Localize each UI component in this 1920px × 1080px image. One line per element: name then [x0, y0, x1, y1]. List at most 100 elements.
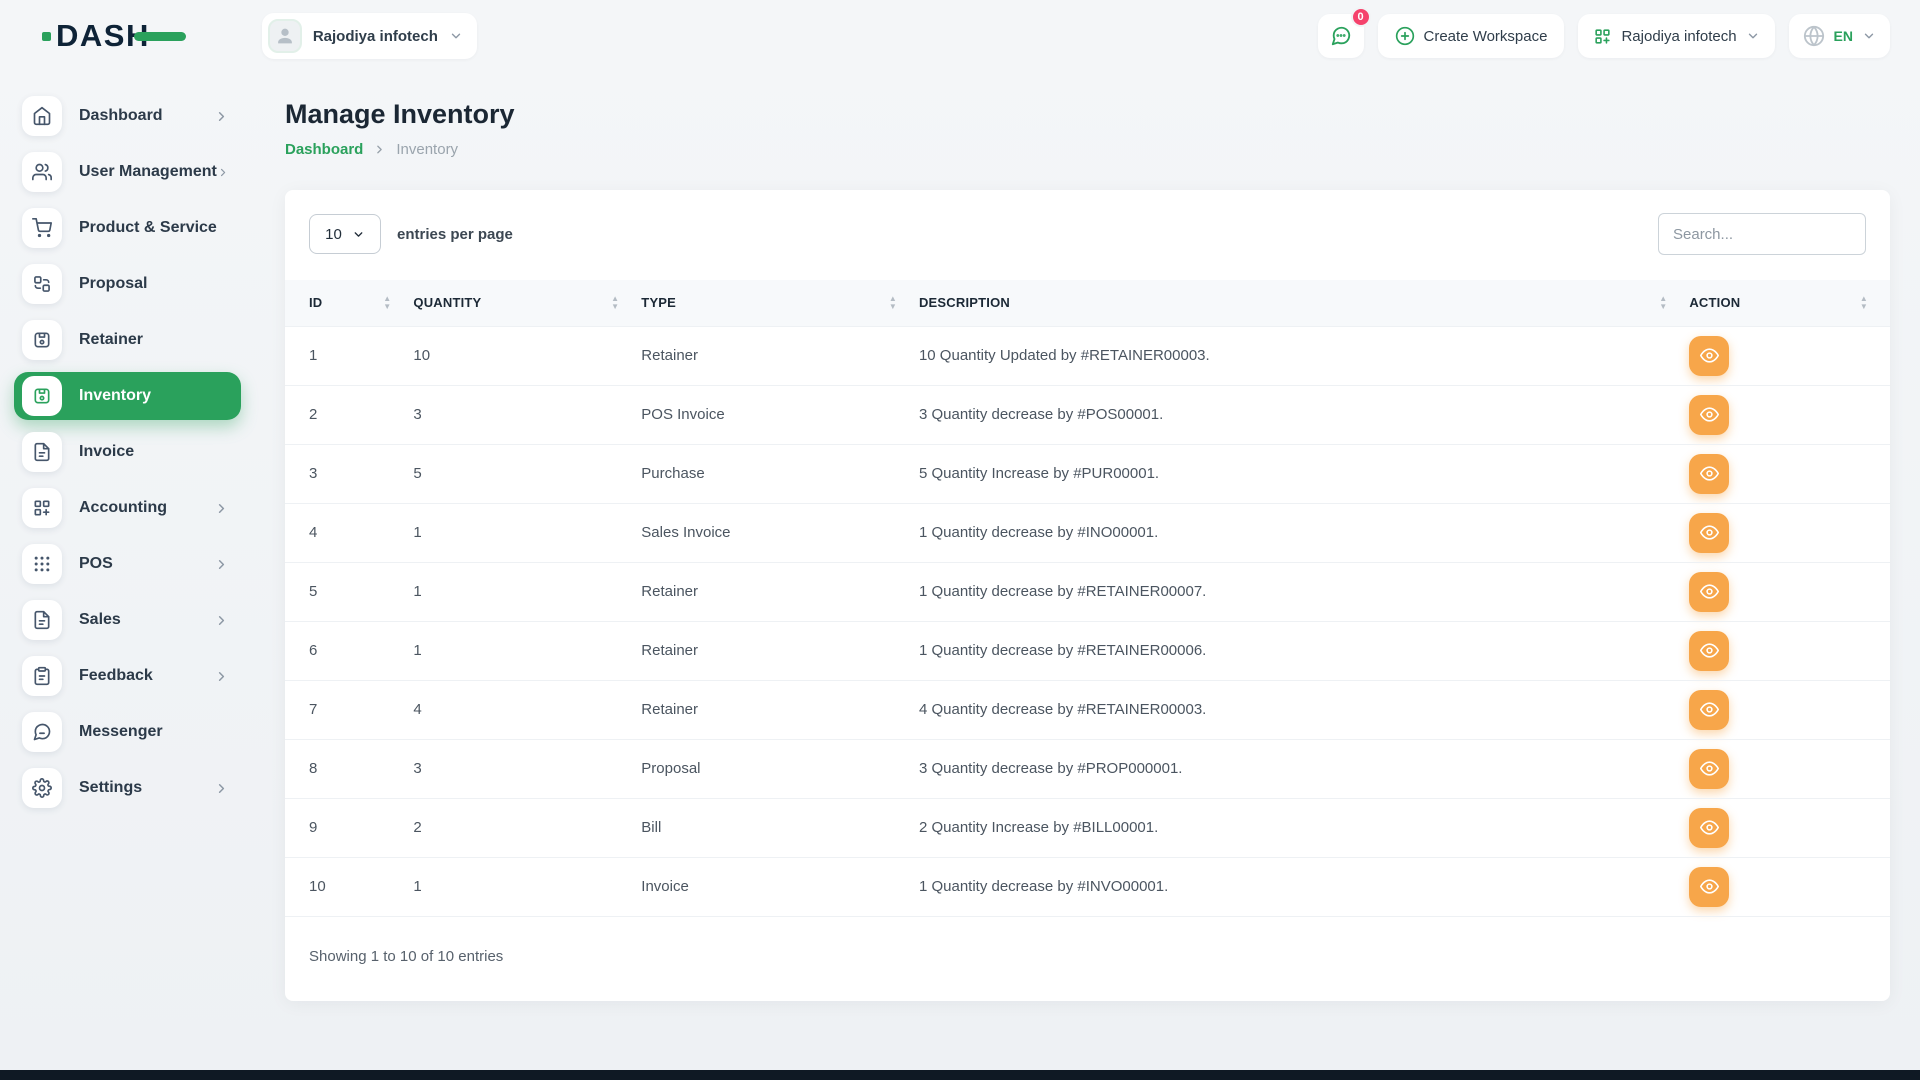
cell-id: 9 [285, 798, 413, 857]
proposal-icon [22, 264, 62, 304]
sidebar-item-label: Sales [79, 611, 121, 629]
chevron-right-icon [214, 109, 229, 124]
cell-type: Bill [641, 798, 919, 857]
column-header-action[interactable]: ACTION [1689, 295, 1740, 310]
app-logo[interactable]: DASH [42, 18, 186, 54]
chevron-down-icon [352, 228, 365, 241]
sidebar-item-label: Accounting [79, 499, 167, 517]
eye-icon [1700, 818, 1719, 837]
bottom-strip [0, 1070, 1920, 1080]
breadcrumb-current: Inventory [396, 141, 458, 158]
entries-per-page-value: 10 [325, 226, 342, 243]
view-button[interactable] [1689, 867, 1729, 907]
cell-description: 2 Quantity Increase by #BILL00001. [919, 798, 1689, 857]
view-button[interactable] [1689, 749, 1729, 789]
users-icon [22, 152, 62, 192]
view-button[interactable] [1689, 454, 1729, 494]
chevron-right-icon [214, 501, 229, 516]
chevron-right-icon [214, 781, 229, 796]
workspace-switcher[interactable]: Rajodiya infotech [1578, 14, 1774, 58]
entries-per-page-select[interactable]: 10 [309, 214, 381, 254]
eye-icon [1700, 641, 1719, 660]
eye-icon [1700, 464, 1719, 483]
sidebar-item-dashboard[interactable]: Dashboard [14, 92, 241, 140]
language-selector[interactable]: EN [1789, 14, 1890, 58]
sidebar-item-accounting[interactable]: Accounting [14, 484, 241, 532]
save-icon [22, 320, 62, 360]
sidebar-item-settings[interactable]: Settings [14, 764, 241, 812]
sidebar-item-label: User Management [79, 163, 217, 181]
table-controls: 10 entries per page [285, 190, 1890, 280]
sidebar-item-pos[interactable]: POS [14, 540, 241, 588]
sort-icon[interactable]: ▲▼ [1860, 295, 1868, 310]
column-header-id[interactable]: ID [309, 295, 322, 310]
sort-icon[interactable]: ▲▼ [611, 295, 619, 310]
cell-id: 3 [285, 444, 413, 503]
breadcrumb-dashboard-link[interactable]: Dashboard [285, 141, 363, 158]
table-row: 10 1 Invoice 1 Quantity decrease by #INV… [285, 857, 1890, 916]
cell-quantity: 1 [413, 562, 641, 621]
chevron-right-icon [217, 165, 229, 180]
cell-type: Purchase [641, 444, 919, 503]
sidebar-item-sales[interactable]: Sales [14, 596, 241, 644]
view-button[interactable] [1689, 513, 1729, 553]
cell-id: 4 [285, 503, 413, 562]
sidebar-item-proposal[interactable]: Proposal [14, 260, 241, 308]
sidebar-item-invoice[interactable]: Invoice [14, 428, 241, 476]
create-workspace-button[interactable]: Create Workspace [1378, 14, 1565, 58]
search-input[interactable] [1658, 213, 1866, 255]
cell-description: 1 Quantity decrease by #INVO00001. [919, 857, 1689, 916]
top-bar: DASH Rajodiya infotech 0 Create Workspac… [0, 0, 1920, 72]
chevron-down-icon [1746, 29, 1760, 43]
top-bar-actions: 0 Create Workspace Rajodiya infotech EN [1318, 14, 1890, 58]
cell-quantity: 10 [413, 326, 641, 385]
sidebar: Dashboard User Management Product & Serv… [0, 72, 255, 820]
entries-summary: Showing 1 to 10 of 10 entries [285, 917, 1890, 965]
user-icon [274, 25, 296, 47]
avatar [268, 19, 302, 53]
sort-icon[interactable]: ▲▼ [383, 295, 391, 310]
grid-plus-icon [22, 488, 62, 528]
chevron-right-icon [214, 613, 229, 628]
sort-icon[interactable]: ▲▼ [1659, 295, 1667, 310]
workspace-selector[interactable]: Rajodiya infotech [262, 13, 477, 59]
sidebar-item-label: POS [79, 555, 113, 573]
chat-bubble-icon [1330, 25, 1352, 47]
sidebar-item-feedback[interactable]: Feedback [14, 652, 241, 700]
chevron-right-icon [214, 669, 229, 684]
chevron-right-icon [214, 557, 229, 572]
sort-icon[interactable]: ▲▼ [889, 295, 897, 310]
chevron-down-icon [1862, 29, 1876, 43]
sidebar-item-user-management[interactable]: User Management [14, 148, 241, 196]
cell-type: Retainer [641, 326, 919, 385]
column-header-type[interactable]: TYPE [641, 295, 676, 310]
sidebar-item-inventory[interactable]: Inventory [14, 372, 241, 420]
sidebar-item-label: Proposal [79, 275, 147, 293]
page-title: Manage Inventory [285, 99, 1890, 130]
view-button[interactable] [1689, 631, 1729, 671]
view-button[interactable] [1689, 336, 1729, 376]
cell-id: 2 [285, 385, 413, 444]
eye-icon [1700, 582, 1719, 601]
sidebar-item-messenger[interactable]: Messenger [14, 708, 241, 756]
view-button[interactable] [1689, 808, 1729, 848]
breadcrumb: Dashboard Inventory [285, 141, 1890, 158]
sidebar-item-product-service[interactable]: Product & Service [14, 204, 241, 252]
cell-description: 1 Quantity decrease by #INO00001. [919, 503, 1689, 562]
view-button[interactable] [1689, 572, 1729, 612]
messages-button[interactable]: 0 [1318, 14, 1364, 58]
gear-icon [22, 768, 62, 808]
file-icon [22, 600, 62, 640]
cell-description: 3 Quantity decrease by #POS00001. [919, 385, 1689, 444]
view-button[interactable] [1689, 395, 1729, 435]
sidebar-item-retainer[interactable]: Retainer [14, 316, 241, 364]
language-code: EN [1834, 28, 1853, 44]
cell-id: 8 [285, 739, 413, 798]
column-header-description[interactable]: DESCRIPTION [919, 295, 1010, 310]
view-button[interactable] [1689, 690, 1729, 730]
cell-description: 3 Quantity decrease by #PROP000001. [919, 739, 1689, 798]
sidebar-item-label: Invoice [79, 443, 134, 461]
column-header-quantity[interactable]: QUANTITY [413, 295, 481, 310]
inventory-table: ID ▲▼ QUANTITY ▲▼ TYPE ▲▼ DESCRIPTION ▲▼ ACT… [285, 280, 1890, 917]
plus-circle-icon [1395, 26, 1415, 46]
